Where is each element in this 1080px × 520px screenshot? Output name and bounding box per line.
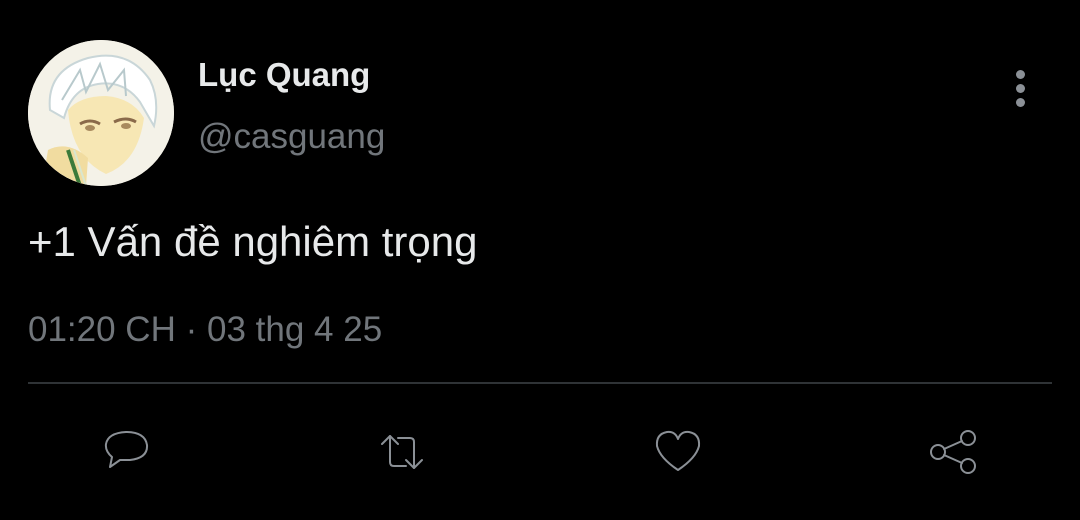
avatar-image <box>28 40 174 186</box>
avatar[interactable] <box>28 40 174 186</box>
speech-bubble-icon <box>104 431 149 468</box>
heart-icon <box>655 430 701 471</box>
share-button[interactable] <box>924 422 984 482</box>
tweet-time: 01:20 CH <box>28 310 176 349</box>
meta-separator: · <box>185 310 198 349</box>
divider <box>28 382 1052 384</box>
retweet-button[interactable] <box>372 422 432 482</box>
author-display-name[interactable]: Lục Quang <box>198 55 370 95</box>
reply-button[interactable] <box>96 422 156 482</box>
tweet-text: +1 Vấn đề nghiêm trọng <box>28 218 478 265</box>
author-handle[interactable]: @casguang <box>198 115 385 159</box>
more-dot-icon <box>1016 98 1025 107</box>
tweet-date: 03 thg 4 25 <box>207 310 383 349</box>
share-nodes-icon <box>930 430 976 474</box>
retweet-arrows-icon <box>381 435 423 469</box>
more-dot-icon <box>1016 84 1025 93</box>
more-options-button[interactable] <box>1000 66 1042 110</box>
like-button[interactable] <box>648 422 708 482</box>
tweet-timestamp[interactable]: 01:20 CH · 03 thg 4 25 <box>28 308 382 352</box>
more-dot-icon <box>1016 70 1025 79</box>
